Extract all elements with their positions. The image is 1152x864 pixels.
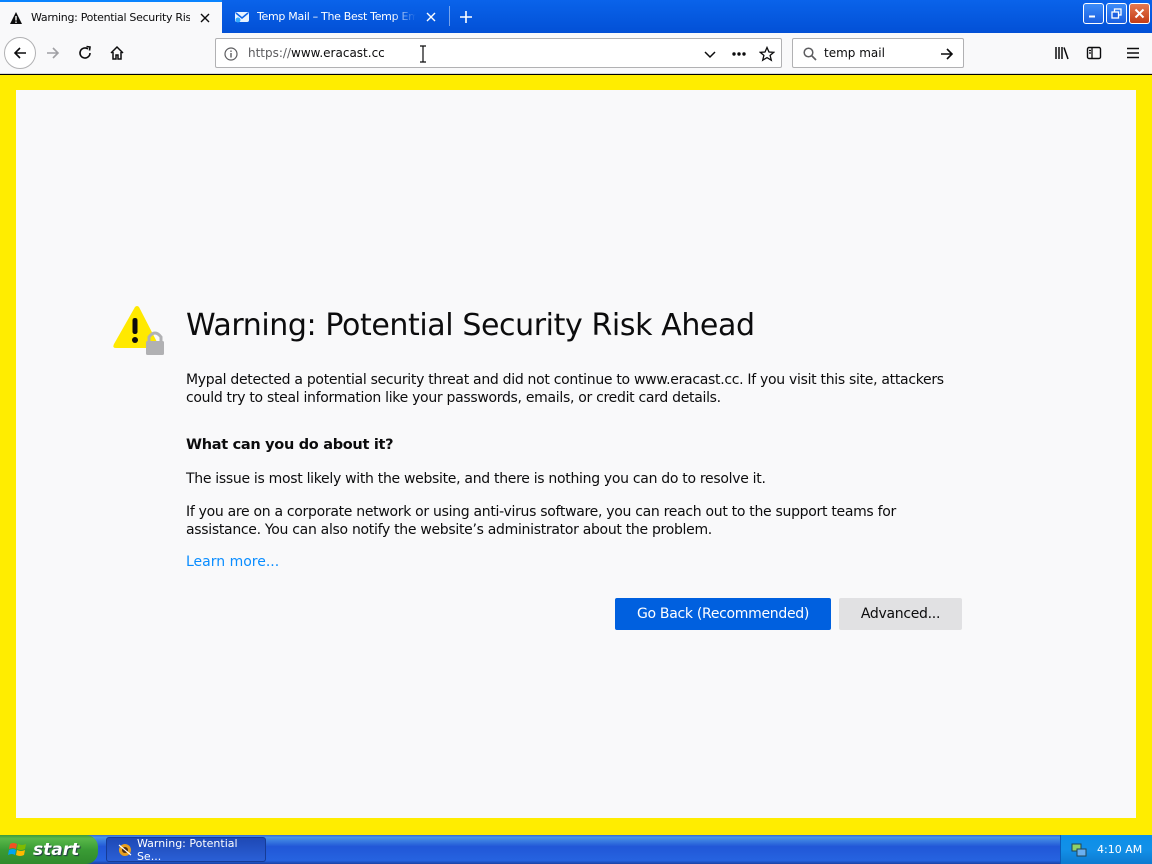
what-can-you-do-heading: What can you do about it? xyxy=(186,437,394,453)
tab-separator xyxy=(449,6,450,26)
library-icon xyxy=(1055,47,1069,60)
info-icon[interactable] xyxy=(222,45,240,63)
warning-icon xyxy=(8,10,24,26)
search-icon xyxy=(801,45,819,63)
search-input[interactable]: temp mail xyxy=(824,46,885,60)
taskbar-window-button[interactable]: Warning: Potential Se... xyxy=(106,836,266,863)
home-icon xyxy=(110,45,124,60)
windows-logo-icon xyxy=(8,842,26,856)
bookmark-star-icon[interactable] xyxy=(757,44,777,64)
plus-icon xyxy=(460,11,472,23)
network-tray-icon[interactable] xyxy=(1071,842,1087,858)
learn-more-link[interactable]: Learn more... xyxy=(186,554,279,570)
restore-icon xyxy=(1111,8,1122,19)
close-tab-icon[interactable] xyxy=(196,9,214,27)
taskbar-window-label: Warning: Potential Se... xyxy=(136,836,238,863)
network-paragraph: If you are on a corporate network or usi… xyxy=(186,504,896,538)
tab-title: Temp Mail – The Best Temp Email Service xyxy=(257,10,416,23)
back-arrow-icon xyxy=(13,47,26,59)
back-button[interactable] xyxy=(4,37,36,69)
go-back-button[interactable]: Go Back (Recommended) xyxy=(615,598,831,630)
new-tab-button[interactable] xyxy=(454,5,478,29)
sidebar-icon xyxy=(1086,46,1102,60)
url-text[interactable]: https://www.eracast.cc xyxy=(248,46,385,60)
minimize-icon xyxy=(1089,15,1095,18)
page-actions-icon[interactable] xyxy=(729,44,749,64)
tab-temp-mail[interactable]: Temp Mail – The Best Temp Email Service xyxy=(226,0,448,33)
forward-button[interactable] xyxy=(38,38,68,68)
system-tray: 4:10 AM xyxy=(1060,835,1152,864)
url-bar[interactable]: https://www.eracast.cc xyxy=(215,38,782,68)
clock: 4:10 AM xyxy=(1097,843,1143,856)
library-button[interactable] xyxy=(1047,38,1077,68)
navigation-toolbar: https://www.eracast.cc temp mail xyxy=(0,33,1152,74)
home-button[interactable] xyxy=(102,38,132,68)
text-cursor-icon xyxy=(420,45,426,63)
temp-mail-icon xyxy=(234,9,250,25)
restore-button[interactable] xyxy=(1106,3,1127,24)
content-area-highlight: Warning: Potential Security Risk Ahead M… xyxy=(0,75,1152,835)
start-label: start xyxy=(33,839,80,860)
menu-button[interactable] xyxy=(1118,38,1148,68)
intro-paragraph: Mypal detected a potential security thre… xyxy=(186,372,944,406)
start-button[interactable]: start xyxy=(0,835,98,864)
tab-strip: Warning: Potential Security Risk Ahead T… xyxy=(0,0,1152,33)
forward-arrow-icon xyxy=(47,47,60,59)
close-window-button[interactable] xyxy=(1129,3,1150,24)
taskbar: start Warning: Potential Se... 4:10 AM xyxy=(0,835,1152,864)
tab-title: Warning: Potential Security Risk Ahead xyxy=(31,11,190,24)
error-page: Warning: Potential Security Risk Ahead M… xyxy=(16,90,1136,818)
minimize-button[interactable] xyxy=(1083,3,1104,24)
search-go-arrow-icon[interactable] xyxy=(937,44,957,64)
dropdown-chevron-icon[interactable] xyxy=(700,44,720,64)
issue-paragraph: The issue is most likely with the websit… xyxy=(186,471,766,487)
close-tab-icon[interactable] xyxy=(422,8,440,26)
close-icon xyxy=(1134,8,1145,19)
search-bar[interactable]: temp mail xyxy=(792,38,964,68)
url-scheme: https:// xyxy=(248,46,292,60)
url-host: www.eracast.cc xyxy=(291,46,385,60)
sidebar-button[interactable] xyxy=(1079,38,1109,68)
browser-app-icon xyxy=(118,843,132,856)
tab-security-warning[interactable]: Warning: Potential Security Risk Ahead xyxy=(0,0,222,33)
security-warning-lock-icon xyxy=(113,306,164,355)
hamburger-menu-icon xyxy=(1127,47,1139,59)
reload-button[interactable] xyxy=(70,38,100,68)
page-title: Warning: Potential Security Risk Ahead xyxy=(186,308,755,343)
advanced-button[interactable]: Advanced... xyxy=(839,598,962,630)
reload-icon xyxy=(79,45,91,59)
